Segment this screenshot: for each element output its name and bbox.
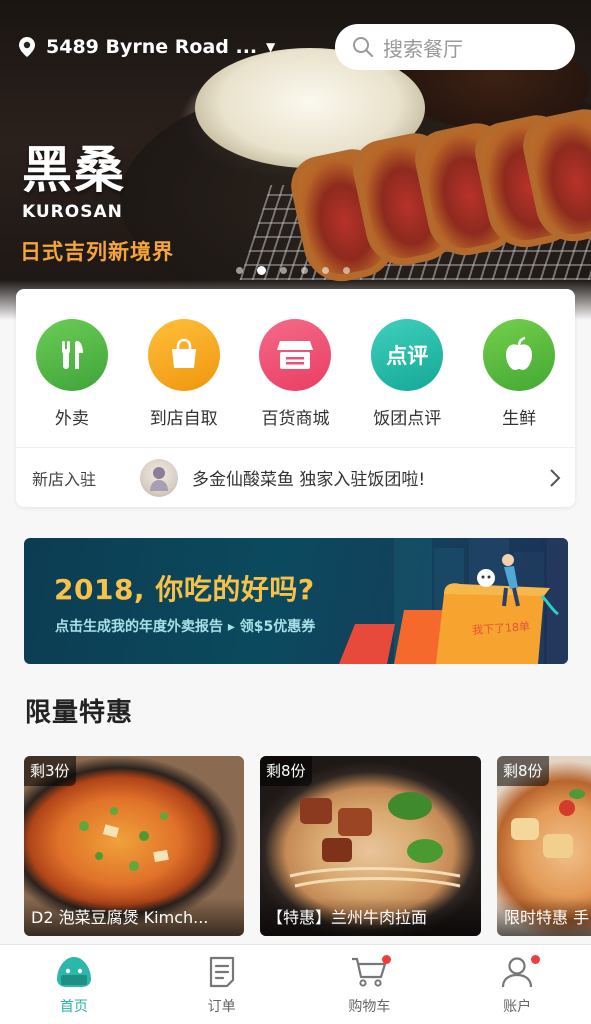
- rice-ball-icon: [56, 957, 91, 987]
- location-address: 5489 Byrne Road ...: [46, 36, 256, 58]
- new-store-notice[interactable]: 新店入驻 多金仙酸菜鱼 独家入驻饭团啦!: [16, 448, 575, 507]
- tab-label: 首页: [59, 999, 88, 1015]
- storefront-icon: [259, 319, 332, 391]
- fork-knife-icon: [35, 319, 108, 391]
- tab-cart[interactable]: 购物车: [296, 945, 444, 1024]
- deal-title: 限时特惠 手: [497, 898, 591, 936]
- category-label: 外卖: [54, 409, 89, 429]
- stock-badge: 剩3份: [24, 756, 76, 786]
- section-title: 限量特惠: [25, 698, 134, 728]
- deal-card[interactable]: 剩8份 【特惠】兰州牛肉拉面: [260, 756, 481, 936]
- location-selector[interactable]: 5489 Byrne Road ... ▼: [18, 32, 275, 62]
- banner-brand-logo: 黑桑: [22, 140, 126, 199]
- annual-report-banner[interactable]: 2018, 你吃的好吗? 点击生成我的年度外卖报告 ▸ 领$5优惠券 我下了18…: [24, 538, 568, 664]
- carousel-dot[interactable]: [343, 267, 350, 274]
- banner-slogan: 日式吉列新境界: [20, 240, 174, 264]
- tab-orders[interactable]: 订单: [148, 945, 296, 1024]
- category-pickup[interactable]: 到店自取: [128, 319, 240, 429]
- category-label: 到店自取: [149, 409, 218, 429]
- promo-title: 2018, 你吃的好吗?: [54, 573, 315, 606]
- search-input[interactable]: 搜索餐厅: [335, 24, 575, 70]
- carousel-dot[interactable]: [257, 266, 266, 275]
- deal-card[interactable]: 剩3份 D2 泡菜豆腐煲 Kimch...: [24, 756, 244, 936]
- category-label: 生鲜: [502, 409, 537, 429]
- location-pin-icon: [19, 37, 35, 57]
- category-card: 外卖 到店自取 百货商城 点评 饭团点评 生鲜 新店入驻 多金仙酸菜鱼 独家入驻…: [16, 289, 575, 507]
- category-takeout[interactable]: 外卖: [16, 319, 128, 429]
- shopping-bag-icon: [147, 319, 220, 391]
- carousel-indicator[interactable]: [236, 266, 350, 275]
- chevron-down-icon: ▼: [266, 40, 276, 54]
- order-list-icon: [209, 956, 234, 988]
- tab-home[interactable]: 首页: [0, 945, 148, 1024]
- store-avatar: [140, 458, 178, 497]
- banner-brand-name: KUROSAN: [22, 202, 123, 222]
- deal-title: 【特惠】兰州牛肉拉面: [260, 898, 481, 936]
- tab-label: 购物车: [348, 999, 391, 1015]
- notification-dot: [381, 955, 391, 964]
- category-review[interactable]: 点评 饭团点评: [351, 319, 463, 429]
- app-screen: 黑桑 KUROSAN 日式吉列新境界 5489 Byrne Road ... ▼…: [0, 0, 591, 1024]
- carousel-dot[interactable]: [280, 267, 287, 274]
- stock-badge: 剩8份: [497, 756, 549, 786]
- tab-account[interactable]: 账户: [443, 945, 591, 1024]
- search-placeholder: 搜索餐厅: [383, 36, 463, 61]
- category-label: 饭团点评: [373, 409, 442, 429]
- stock-badge: 剩8份: [260, 756, 312, 786]
- promo-subtitle: 点击生成我的年度外卖报告 ▸ 领$5优惠券: [55, 619, 316, 635]
- carousel-dot[interactable]: [322, 267, 329, 274]
- apple-icon: [483, 319, 556, 391]
- carousel-dot[interactable]: [301, 267, 308, 274]
- deal-title: D2 泡菜豆腐煲 Kimch...: [24, 898, 244, 936]
- deal-card[interactable]: 剩8份 限时特惠 手: [497, 756, 591, 936]
- category-fresh[interactable]: 生鲜: [463, 319, 575, 429]
- bottom-tab-bar: 首页 订单 购物车 账户: [0, 944, 591, 1024]
- review-badge-text: 点评: [386, 344, 429, 368]
- category-mall[interactable]: 百货商城: [240, 319, 352, 429]
- category-label: 百货商城: [261, 409, 330, 429]
- tab-label: 订单: [207, 999, 236, 1015]
- carousel-dot[interactable]: [236, 267, 243, 274]
- user-icon: [502, 957, 533, 988]
- chevron-right-icon: [535, 468, 575, 488]
- news-tag: 新店入驻: [32, 469, 97, 489]
- review-badge-icon: 点评: [371, 319, 444, 391]
- search-icon: [353, 37, 373, 57]
- notification-dot: [531, 955, 541, 964]
- chef-figure-icon: [150, 466, 168, 491]
- tab-label: 账户: [503, 999, 532, 1015]
- news-text: 多金仙酸菜鱼 独家入驻饭团啦!: [192, 470, 426, 490]
